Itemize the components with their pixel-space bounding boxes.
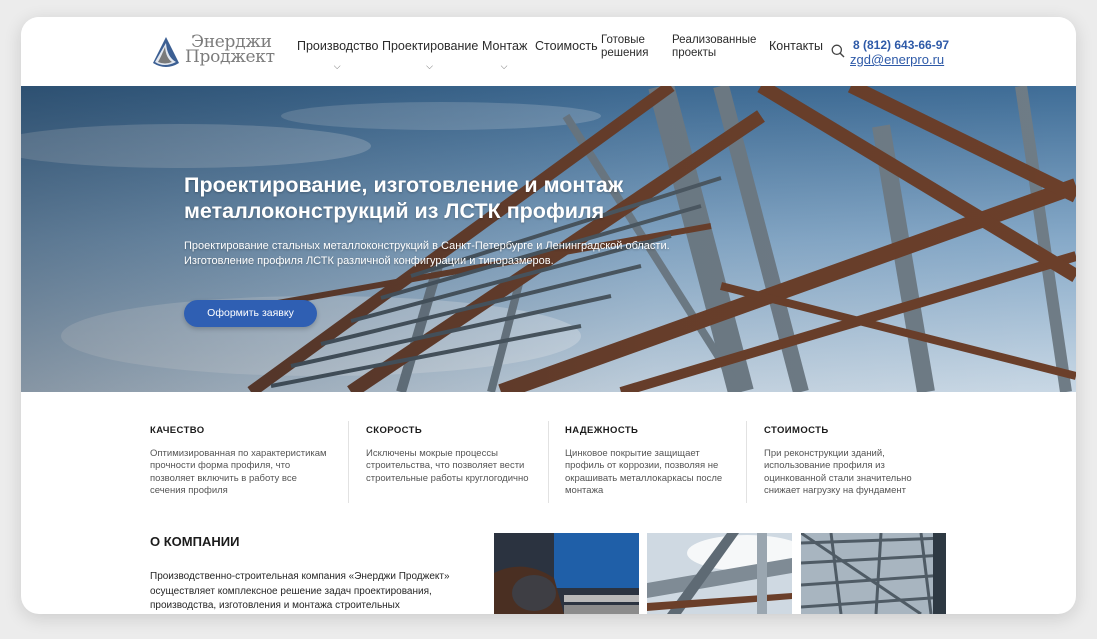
nav-item-projects[interactable]: Реализованные проекты bbox=[672, 34, 756, 59]
nav-item-cost[interactable]: Стоимость bbox=[535, 39, 598, 53]
feature-divider bbox=[746, 421, 747, 503]
about-photo-worker[interactable] bbox=[494, 533, 639, 614]
nav-label: Проектирование bbox=[382, 39, 479, 53]
phone-link[interactable]: 8 (812) 643-66-97 bbox=[853, 38, 949, 52]
logo-line-2: Проджект bbox=[185, 47, 275, 67]
feature-title: СТОИМОСТЬ bbox=[764, 425, 829, 436]
feature-text: Исключены мокрые процессы строительства,… bbox=[366, 448, 529, 484]
feature-title: НАДЕЖНОСТЬ bbox=[565, 425, 639, 436]
nav-item-ready-solutions[interactable]: Готовые решения bbox=[601, 34, 648, 59]
feature-divider bbox=[548, 421, 549, 503]
chevron-down-icon: ⌵ bbox=[500, 61, 508, 71]
feature-title: КАЧЕСТВО bbox=[150, 425, 205, 436]
nav-label: Производство bbox=[297, 39, 379, 53]
site-header: Энерджи Проджект Производство ⌵ Проектир… bbox=[21, 17, 1076, 86]
nav-label-line-1: Готовые bbox=[601, 34, 645, 46]
feature-title: СКОРОСТЬ bbox=[366, 425, 423, 436]
hero-subtitle-line-1: Проектирование стальных металлоконструкц… bbox=[184, 240, 670, 252]
nav-label-line-1: Реализованные bbox=[672, 34, 757, 46]
nav-label: Монтаж bbox=[482, 39, 528, 53]
chevron-down-icon: ⌵ bbox=[426, 61, 433, 71]
hero-subtitle: Проектирование стальных металлоконструкц… bbox=[184, 239, 784, 268]
nav-item-design[interactable]: Проектирование ⌵ bbox=[382, 39, 479, 71]
email-link[interactable]: zgd@enerpro.ru bbox=[850, 52, 944, 67]
about-text: Производственно-строительная компания «Э… bbox=[150, 571, 450, 611]
nav-label-line-2: решения bbox=[601, 46, 649, 59]
nav-item-production[interactable]: Производство ⌵ bbox=[297, 39, 379, 71]
beams-photo-image bbox=[647, 533, 792, 614]
logo[interactable]: Энерджи Проджект bbox=[149, 33, 279, 73]
request-button[interactable]: Оформить заявку bbox=[184, 300, 317, 327]
browser-frame: Энерджи Проджект Производство ⌵ Проектир… bbox=[21, 17, 1076, 614]
feature-divider bbox=[348, 421, 349, 503]
nav-label: Контакты bbox=[769, 39, 823, 53]
feature-cost: СТОИМОСТЬ При реконструкции зданий, испо… bbox=[764, 425, 936, 498]
nav-item-installation[interactable]: Монтаж ⌵ bbox=[482, 39, 528, 71]
hero-title: Проектирование, изготовление и монтаж ме… bbox=[184, 173, 624, 223]
feature-quality: КАЧЕСТВО Оптимизированная по характерист… bbox=[150, 425, 328, 498]
nav-label-line-2: проекты bbox=[672, 46, 717, 59]
feature-text: При реконструкции зданий, использование … bbox=[764, 448, 912, 497]
nav-label: Стоимость bbox=[535, 39, 598, 53]
feature-reliability: НАДЕЖНОСТЬ Цинковое покрытие защищает пр… bbox=[565, 425, 737, 498]
chevron-down-icon: ⌵ bbox=[333, 61, 341, 71]
logo-text: Энерджи Проджект bbox=[185, 34, 275, 67]
about-title: О КОМПАНИИ bbox=[150, 534, 240, 549]
frame-photo-image bbox=[801, 533, 946, 614]
feature-text: Цинковое покрытие защищает профиль от ко… bbox=[565, 448, 723, 497]
hero-banner: Проектирование, изготовление и монтаж ме… bbox=[21, 86, 1076, 392]
nav-item-contacts[interactable]: Контакты bbox=[769, 39, 823, 53]
worker-photo-image bbox=[494, 533, 639, 614]
feature-speed: СКОРОСТЬ Исключены мокрые процессы строи… bbox=[366, 425, 541, 485]
about-photo-frame[interactable] bbox=[801, 533, 946, 614]
feature-text: Оптимизированная по характеристикам проч… bbox=[150, 448, 327, 497]
about-photo-beams[interactable] bbox=[647, 533, 792, 614]
hero-subtitle-line-2: Изготовление профиля ЛСТК различной конф… bbox=[184, 254, 554, 267]
logo-mark-icon bbox=[153, 37, 179, 67]
search-icon[interactable] bbox=[831, 44, 845, 58]
